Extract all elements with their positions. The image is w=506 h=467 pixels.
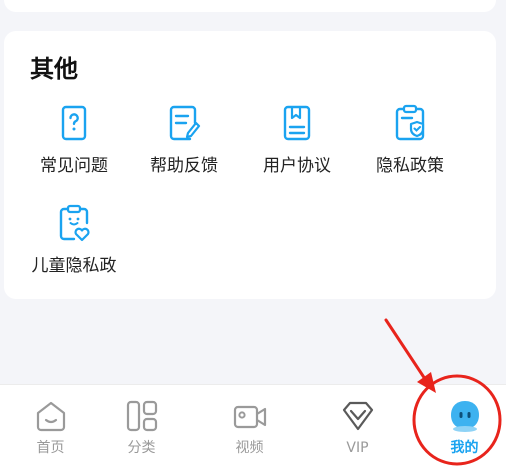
tab-video[interactable]: 视频 — [199, 385, 300, 467]
user-agreement-item[interactable]: 用户协议 — [242, 103, 352, 193]
privacy-shield-icon — [395, 104, 425, 141]
child-privacy-item[interactable]: 儿童隐私政 — [19, 203, 129, 293]
tab-mine[interactable]: 我的 — [414, 385, 506, 467]
previous-card-edge — [4, 0, 496, 12]
child-privacy-label: 儿童隐私政 — [31, 256, 117, 276]
tab-vip[interactable]: VIP — [307, 385, 408, 467]
child-privacy-icon — [59, 204, 90, 242]
faq-label: 常见问题 — [40, 156, 108, 176]
profile-avatar-icon — [450, 401, 479, 432]
faq-item[interactable]: 常见问题 — [19, 103, 129, 193]
tab-mine-label: 我的 — [450, 440, 479, 456]
agreement-book-icon — [283, 105, 311, 141]
feedback-item[interactable]: 帮助反馈 — [129, 103, 239, 193]
section-title: 其他 — [30, 55, 78, 83]
privacy-policy-item[interactable]: 隐私政策 — [355, 103, 465, 193]
feedback-edit-icon — [169, 105, 201, 141]
tab-home-label: 首页 — [36, 440, 65, 456]
tab-vip-label: VIP — [346, 440, 369, 456]
tab-category-label: 分类 — [127, 440, 156, 456]
question-document-icon — [61, 105, 87, 141]
feedback-label: 帮助反馈 — [150, 156, 218, 176]
annotation-arrow-line — [384, 318, 429, 384]
screen: 其他 常见问题 帮助反馈 用户协议 隐私政策 儿童隐私政 首页 分类 视频 VI… — [0, 0, 506, 467]
video-camera-icon — [233, 405, 266, 429]
other-section-card: 其他 常见问题 帮助反馈 用户协议 隐私政策 儿童隐私政 — [4, 31, 496, 299]
user-agreement-label: 用户协议 — [263, 156, 331, 176]
vip-diamond-icon — [342, 401, 373, 431]
tab-video-label: 视频 — [235, 440, 264, 456]
bottom-tab-bar: 首页 分类 视频 VIP 我的 — [0, 384, 506, 467]
tab-home[interactable]: 首页 — [0, 385, 101, 467]
privacy-policy-label: 隐私政策 — [376, 156, 444, 176]
category-icon — [126, 400, 157, 432]
tab-category[interactable]: 分类 — [91, 385, 192, 467]
home-icon — [36, 401, 65, 432]
